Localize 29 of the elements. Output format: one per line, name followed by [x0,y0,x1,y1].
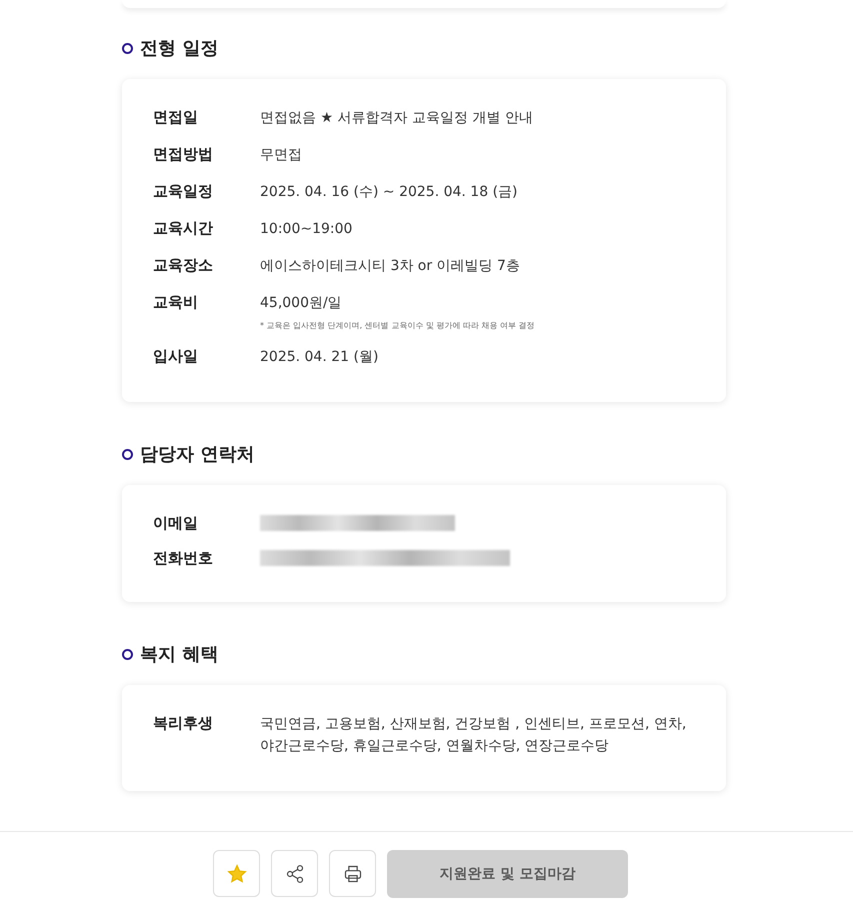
field-value: 에이스하이테크시티 3차 or 이레빌딩 7층 [260,257,521,276]
field-value: 45,000원/일 [260,294,343,313]
bullet-icon [122,648,133,660]
section-title: 담당자 연락처 [140,443,254,466]
field-value: 2025. 04. 21 (월) [260,348,380,367]
field-value: 10:00~19:00 [260,220,354,239]
field-label: 이메일 [153,513,199,533]
field-value: 면접없음 ★ 서류합격자 교육일정 개별 안내 [260,109,534,128]
field-label: 입사일 [153,346,199,366]
printer-icon [342,864,362,884]
field-label: 면접일 [153,107,199,127]
section-title: 전형 일정 [140,37,218,60]
field-label: 교육시간 [153,218,214,238]
field-label: 면접방법 [153,144,214,164]
print-button[interactable] [329,850,376,897]
bullet-icon [122,448,133,460]
footnote: * 교육은 입사전형 단계이며, 센터별 교육이수 및 평가에 따라 채용 여부 결정 [260,320,536,331]
field-value: 무면접 [260,146,303,165]
bullet-icon [122,42,133,54]
field-label: 교육비 [153,292,199,312]
field-label: 전화번호 [153,548,214,568]
share-button[interactable] [271,850,318,897]
share-icon [284,864,304,884]
field-value: 국민연금, 고용보험, 산재보험, 건강보험 , 인센티브, 프로모션, 연차, 야간근로수당, 휴일근로수당, 연월차수당, 연장근로수당 [260,715,688,756]
section-title: 복지 혜택 [140,643,218,666]
field-label: 교육장소 [153,255,214,275]
field-value: 2025. 04. 16 (수) ~ 2025. 04. 18 (금) [260,183,518,202]
field-label: 교육일정 [153,181,214,201]
field-label: 복리후생 [153,713,214,733]
